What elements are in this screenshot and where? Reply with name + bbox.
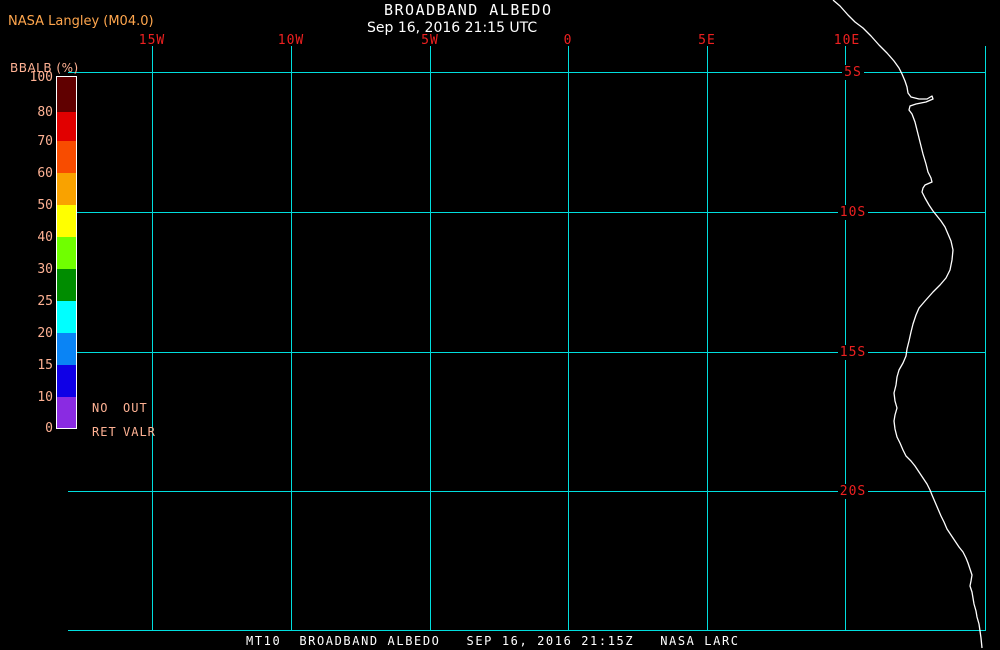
legend-no: NO — [92, 401, 109, 415]
coastline — [832, 0, 983, 649]
colorbar-tick-0: 0 — [45, 421, 53, 436]
colorbar-segment-50-60 — [57, 173, 76, 205]
nasa-langley-brand: NASA Langley (M04.0) — [8, 14, 154, 29]
colorbar-tick-80: 80 — [37, 105, 53, 120]
lon-label-15w: 15W — [138, 33, 166, 48]
colorbar-segment-15-20 — [57, 333, 76, 365]
map-canvas — [68, 0, 986, 649]
footer-org: NASA LARC — [660, 634, 740, 648]
page-title: BROADBAND ALBEDO — [384, 1, 553, 19]
lat-label-20s: 20S — [837, 484, 869, 499]
colorbar-tick-10: 10 — [37, 390, 53, 405]
lon-label-10e: 10E — [833, 33, 861, 48]
footer-status-bar: MT10 BROADBAND ALBEDO SEP 16, 2016 21:15… — [246, 634, 740, 648]
colorbar-tick-60: 60 — [37, 166, 53, 181]
colorbar-segment-30-40 — [57, 237, 76, 269]
colorbar-tick-50: 50 — [37, 198, 53, 213]
lat-label-5s: 5S — [842, 65, 864, 80]
legend-valr: VALR — [123, 425, 156, 439]
footer-satellite: MT10 — [246, 634, 282, 648]
lat-label-10s: 10S — [837, 205, 869, 220]
colorbar-tick-25: 25 — [37, 294, 53, 309]
footer-product: BROADBAND ALBEDO — [299, 634, 441, 648]
lon-label-0: 0 — [563, 33, 573, 48]
colorbar-segment-60-70 — [57, 141, 76, 173]
no-retrieval-legend: NO OUT RET VALR — [92, 402, 156, 450]
colorbar-segment-20-25 — [57, 301, 76, 333]
colorbar-segment-40-50 — [57, 205, 76, 237]
grid-lines — [68, 46, 986, 631]
colorbar-segment-25-30 — [57, 269, 76, 301]
colorbar-tick-100: 100 — [29, 70, 53, 85]
colorbar-segment-80-100 — [57, 77, 76, 112]
colorbar-segment-70-80 — [57, 112, 76, 141]
colorbar-segment-0-10 — [57, 397, 76, 428]
colorbar — [56, 76, 77, 429]
lat-label-15s: 15S — [837, 345, 869, 360]
colorbar-tick-70: 70 — [37, 134, 53, 149]
legend-row: NO OUT — [92, 402, 156, 414]
broadband-albedo-screen: { "header": { "brand": "NASA Langley (M0… — [0, 0, 1000, 650]
colorbar-tick-40: 40 — [37, 230, 53, 245]
lon-label-10w: 10W — [277, 33, 305, 48]
colorbar-segment-10-15 — [57, 365, 76, 397]
colorbar-tick-30: 30 — [37, 262, 53, 277]
legend-row: RET VALR — [92, 426, 156, 438]
footer-datetime: SEP 16, 2016 21:15Z — [466, 634, 635, 648]
lon-label-5w: 5W — [421, 33, 439, 48]
colorbar-tick-20: 20 — [37, 326, 53, 341]
colorbar-tick-15: 15 — [37, 358, 53, 373]
legend-out: OUT — [123, 401, 148, 415]
lon-label-5e: 5E — [698, 33, 716, 48]
legend-ret: RET — [92, 425, 117, 439]
